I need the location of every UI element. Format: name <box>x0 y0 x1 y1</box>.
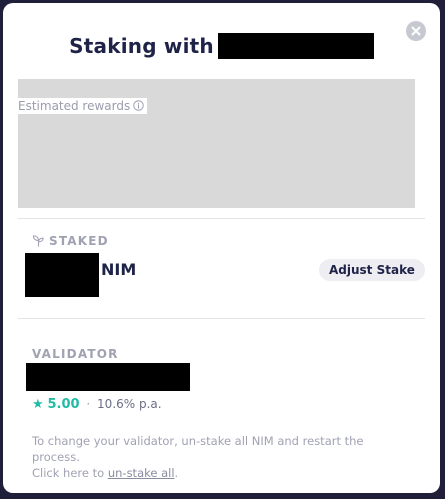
staking-modal: Staking with Estimated rewards STAKED NI… <box>3 3 440 493</box>
redacted-stake-amount <box>25 253 99 297</box>
redacted-validator-name <box>217 33 374 59</box>
validator-section-label: VALIDATOR <box>32 347 119 361</box>
modal-header: Staking with <box>3 33 440 63</box>
staked-section-label: STAKED <box>32 234 109 248</box>
rating-score: 5.00 <box>47 397 80 412</box>
adjust-stake-button[interactable]: Adjust Stake <box>319 259 425 281</box>
info-icon[interactable] <box>133 100 144 111</box>
redacted-validator-address <box>26 363 190 391</box>
unstake-all-link[interactable]: un-stake all <box>108 466 175 480</box>
validator-rating: ★ 5.00 · 10.6% p.a. <box>32 397 162 412</box>
star-icon: ★ <box>32 397 44 412</box>
help-text-line-1: To change your validator, un-stake all N… <box>32 434 364 464</box>
stake-unit: NIM <box>101 260 137 279</box>
estimated-rewards-text: Estimated rewards <box>18 99 131 113</box>
staked-label-text: STAKED <box>49 234 109 248</box>
divider <box>18 318 425 319</box>
rating-separator: · <box>86 397 91 411</box>
estimated-rewards-label: Estimated rewards <box>18 98 148 114</box>
help-text-period: . <box>174 466 179 480</box>
sprout-icon <box>32 235 44 247</box>
divider <box>18 218 425 219</box>
help-text-line-2: Click here to <box>32 466 105 480</box>
modal-title: Staking with <box>69 34 214 58</box>
rewards-graph-placeholder: Estimated rewards <box>18 79 415 208</box>
change-validator-help: To change your validator, un-stake all N… <box>32 433 412 481</box>
validator-apy: 10.6% p.a. <box>97 397 162 411</box>
